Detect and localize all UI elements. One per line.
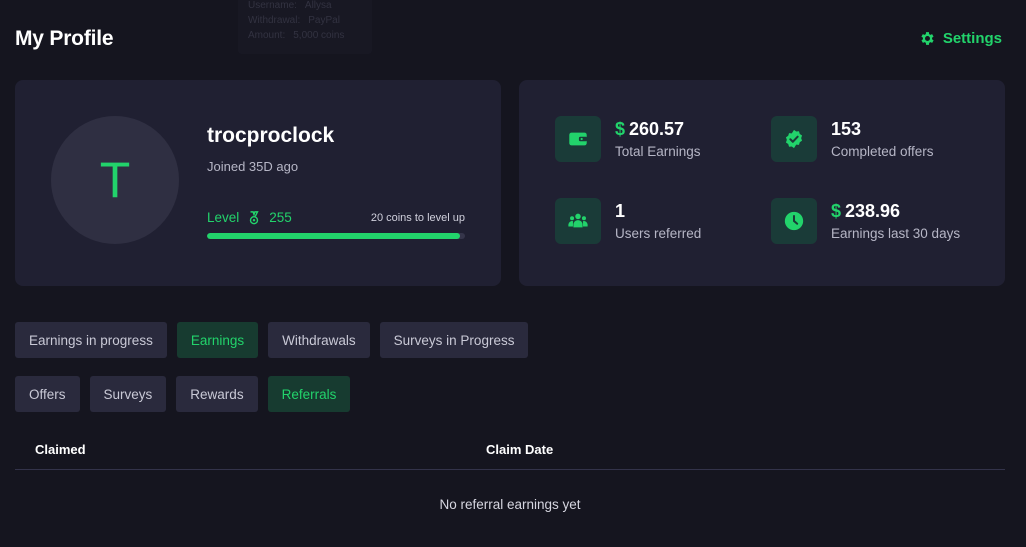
level-label: Level	[207, 210, 240, 225]
stat-label: Completed offers	[831, 144, 934, 159]
stat-earnings-30-days: $238.96 Earnings last 30 days	[771, 198, 960, 244]
toast-withdrawal-value: PayPal	[308, 15, 340, 26]
toast-username-value: Allysa	[304, 0, 332, 11]
avatar-letter: T	[99, 152, 131, 208]
tab-rewards[interactable]: Rewards	[176, 376, 258, 412]
level-up-text: 20 coins to level up	[370, 211, 465, 224]
toast-withdrawal-label: Withdrawal:	[248, 15, 301, 26]
profile-page: Username: Allysa Withdrawal: PayPal Amount…	[0, 0, 1026, 547]
tab-offers[interactable]: Offers	[15, 376, 80, 412]
tab-referrals[interactable]: Referrals	[267, 376, 351, 412]
level-progress-bar	[207, 233, 465, 239]
profile-card: T trocproclock Joined 35D ago Level 255 …	[15, 80, 501, 286]
stat-label: Earnings last 30 days	[831, 226, 961, 241]
stat-value: 260.57	[629, 119, 685, 139]
check-badge-icon	[785, 129, 803, 149]
tab-earnings-in-progress[interactable]: Earnings in progress	[15, 322, 167, 358]
toast-amount-value: 5,000 coins	[293, 30, 345, 41]
tab-earnings[interactable]: Earnings	[176, 322, 259, 358]
users-icon	[568, 213, 588, 228]
wallet-icon	[569, 132, 588, 146]
medal-icon	[250, 210, 259, 224]
stat-users-referred: 1 Users referred	[555, 198, 701, 244]
tab-withdrawals[interactable]: Withdrawals	[268, 322, 370, 358]
level-value: 255	[269, 210, 292, 225]
stat-value: 238.96	[845, 201, 901, 221]
tabs-row-secondary: Offers Surveys Rewards Referrals	[15, 376, 351, 412]
settings-label: Settings	[942, 30, 1002, 47]
withdrawal-toast: Username: Allysa Withdrawal: PayPal Amount…	[238, 0, 372, 54]
stat-currency: $	[615, 119, 626, 139]
joined-date: Joined 35D ago	[207, 159, 299, 174]
toast-amount-label: Amount:	[248, 30, 286, 41]
stat-currency: $	[831, 201, 842, 221]
tab-surveys-in-progress[interactable]: Surveys in Progress	[379, 322, 529, 358]
stat-value: 1	[615, 201, 626, 221]
column-claim-date: Claim Date	[486, 442, 554, 457]
gear-icon	[921, 32, 934, 45]
page-title: My Profile	[15, 27, 114, 50]
clock-icon	[784, 211, 804, 231]
empty-table-message: No referral earnings yet	[439, 497, 581, 512]
stat-completed-offers: 153 Completed offers	[771, 116, 934, 162]
referral-table-header: Claimed Claim Date	[15, 432, 1005, 470]
stats-card: $260.57 Total Earnings 153 Completed off…	[519, 80, 1005, 286]
stat-label: Total Earnings	[615, 144, 701, 159]
username: trocproclock	[207, 124, 335, 147]
toast-username-label: Username:	[248, 0, 297, 11]
stat-value: 153	[831, 119, 862, 139]
stat-label: Users referred	[615, 226, 702, 241]
settings-button[interactable]: Settings	[919, 30, 1002, 47]
tab-surveys[interactable]: Surveys	[89, 376, 167, 412]
level-progress-fill	[207, 233, 460, 239]
tabs-row-primary: Earnings in progress Earnings Withdrawal…	[15, 322, 529, 358]
avatar: T	[51, 116, 179, 244]
level-row: Level 255 20 coins to level up	[207, 210, 465, 225]
column-claimed: Claimed	[35, 442, 86, 457]
stat-total-earnings: $260.57 Total Earnings	[555, 116, 701, 162]
